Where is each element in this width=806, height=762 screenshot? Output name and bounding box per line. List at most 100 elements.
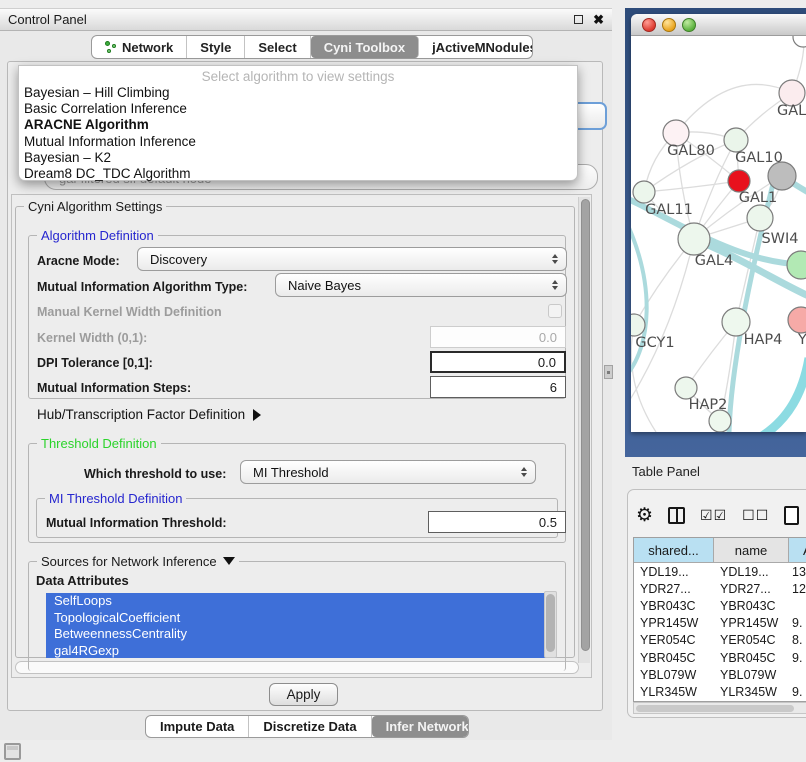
mi-threshold-label: Mutual Information Threshold: bbox=[46, 516, 227, 530]
node-label: GCY1 bbox=[635, 335, 674, 351]
screen: Control Panel ✖ Network Style Select Cyni T… bbox=[0, 0, 806, 762]
apply-button[interactable]: Apply bbox=[269, 683, 338, 706]
tab-label: jActiveMNodules bbox=[432, 40, 533, 55]
minimize-traffic-light-icon[interactable] bbox=[662, 18, 676, 32]
node-label: HAP4 bbox=[744, 332, 783, 348]
sources-title[interactable]: Sources for Network Inference bbox=[37, 554, 239, 569]
algorithm-dropdown-items: Bayesian – Hill ClimbingBasic Correlatio… bbox=[19, 85, 577, 182]
column-header-2[interactable]: name bbox=[714, 538, 789, 562]
which-threshold-combo[interactable]: MI Threshold bbox=[240, 460, 536, 484]
table-toolbar: ⚙ ☑☑ ☐☐ bbox=[636, 502, 806, 528]
which-threshold-label: Which threshold to use: bbox=[84, 467, 226, 481]
deselect-all-checks-icon[interactable]: ☐☐ bbox=[742, 507, 769, 524]
tab-discretize-data[interactable]: Discretize Data bbox=[249, 716, 371, 737]
network-node[interactable] bbox=[787, 251, 806, 279]
data-attribute-item[interactable]: BetweennessCentrality bbox=[46, 626, 556, 643]
attributes-scrollbar-thumb[interactable] bbox=[546, 594, 555, 652]
table-row[interactable]: YBR043CYBR043C bbox=[634, 597, 806, 614]
table-scrollbar-thumb[interactable] bbox=[636, 705, 794, 712]
vertical-scrollbar-thumb[interactable] bbox=[581, 199, 590, 651]
network-node-gal11[interactable] bbox=[633, 181, 655, 203]
algorithm-item[interactable]: Basic Correlation Inference bbox=[19, 101, 577, 117]
table-row[interactable]: YDR27...YDR27...12 bbox=[634, 580, 806, 597]
network-node[interactable] bbox=[793, 36, 806, 47]
close-icon[interactable]: ✖ bbox=[593, 13, 604, 26]
hub-definition-label: Hub/Transcription Factor Definition bbox=[37, 407, 245, 422]
hub-definition-expander[interactable]: Hub/Transcription Factor Definition bbox=[37, 407, 261, 422]
table-cell: 9. bbox=[789, 616, 806, 630]
apply-button-label: Apply bbox=[287, 687, 321, 702]
tab-select[interactable]: Select bbox=[245, 36, 310, 58]
algorithm-item[interactable]: Bayesian – K2 bbox=[19, 150, 577, 166]
algorithm-item[interactable]: Dream8 DC_TDC Algorithm bbox=[19, 166, 577, 182]
mi-steps-value: 6 bbox=[550, 380, 557, 395]
tab-jactivemnodules[interactable]: jActiveMNodules bbox=[419, 36, 533, 58]
network-node-gal4[interactable] bbox=[678, 223, 710, 255]
tab-infer-network[interactable]: Infer Network bbox=[372, 716, 469, 737]
tab-label: Select bbox=[258, 40, 296, 55]
network-node-y[interactable] bbox=[788, 307, 806, 333]
table-row[interactable]: YDL19...YDL19...13 bbox=[634, 563, 806, 580]
algorithm-item[interactable]: Bayesian – Hill Climbing bbox=[19, 85, 577, 101]
float-window-icon[interactable] bbox=[574, 15, 583, 24]
dpi-tolerance-field[interactable]: 0.0 bbox=[430, 351, 566, 373]
minimized-panel-icon[interactable] bbox=[4, 743, 21, 760]
table-row[interactable]: YPR145WYPR145W9. bbox=[634, 615, 806, 632]
table-cell: YER054C bbox=[634, 633, 714, 647]
table-row[interactable]: YLR345WYLR345W9. bbox=[634, 683, 806, 700]
table-cell: YBR045C bbox=[634, 651, 714, 665]
control-panel-titlebar: Control Panel ✖ bbox=[0, 8, 612, 31]
tab-style[interactable]: Style bbox=[187, 36, 245, 58]
algorithm-dropdown-list: Select algorithm to view settings Bayesi… bbox=[18, 65, 578, 181]
kernel-width-label: Kernel Width (0,1): bbox=[37, 331, 147, 345]
tab-impute-data[interactable]: Impute Data bbox=[146, 716, 249, 737]
tab-network[interactable]: Network bbox=[92, 36, 187, 58]
mi-threshold-field[interactable]: 0.5 bbox=[428, 511, 566, 533]
table-cell: YBR045C bbox=[714, 651, 789, 665]
aracne-mode-value: Discovery bbox=[150, 252, 207, 267]
data-attribute-item[interactable]: TopologicalCoefficient bbox=[46, 610, 556, 627]
table-cell: YDL19... bbox=[634, 565, 714, 579]
table-cell: YBL079W bbox=[634, 668, 714, 682]
table-row[interactable]: YBR045CYBR045C9. bbox=[634, 649, 806, 666]
network-node-hap2[interactable] bbox=[675, 377, 697, 399]
close-traffic-light-icon[interactable] bbox=[642, 18, 656, 32]
data-attribute-item[interactable]: gal4RGexp bbox=[46, 643, 556, 659]
table-cell: 12 bbox=[789, 582, 806, 596]
node-label: SWI4 bbox=[761, 231, 798, 247]
network-node-gal1[interactable] bbox=[728, 170, 750, 192]
aracne-mode-combo[interactable]: Discovery bbox=[137, 247, 567, 271]
column-header-1[interactable]: shared... bbox=[634, 538, 714, 562]
attributes-scrollbar[interactable] bbox=[544, 591, 557, 658]
algorithm-item[interactable]: ARACNE Algorithm bbox=[19, 117, 577, 133]
data-attribute-item[interactable]: SelfLoops bbox=[46, 593, 556, 610]
columns-icon[interactable] bbox=[668, 507, 685, 524]
network-window-titlebar[interactable] bbox=[631, 14, 806, 36]
tab-cyni-toolbox[interactable]: Cyni Toolbox bbox=[311, 36, 419, 58]
panel-splitter-handle[interactable] bbox=[604, 365, 613, 379]
network-graph[interactable]: GALGAL80GAL10GAL1GAL11SWI4GAL4GCY1HAP4YH… bbox=[631, 36, 806, 432]
table-row[interactable]: YBL079WYBL079W bbox=[634, 666, 806, 683]
network-node[interactable] bbox=[768, 162, 796, 190]
network-canvas[interactable]: GALGAL80GAL10GAL1GAL11SWI4GAL4GCY1HAP4YH… bbox=[631, 36, 806, 432]
tab-label: Style bbox=[200, 40, 231, 55]
gear-icon[interactable]: ⚙ bbox=[636, 506, 653, 525]
network-node-swi4[interactable] bbox=[747, 205, 773, 231]
column-header-3[interactable]: A bbox=[789, 538, 806, 562]
select-all-checks-icon[interactable]: ☑☑ bbox=[700, 507, 727, 524]
zoom-traffic-light-icon[interactable] bbox=[682, 18, 696, 32]
which-threshold-value: MI Threshold bbox=[253, 465, 329, 480]
node-label: GAL11 bbox=[645, 202, 693, 218]
network-node-gal10[interactable] bbox=[724, 128, 748, 152]
network-window: GALGAL80GAL10GAL1GAL11SWI4GAL4GCY1HAP4YH… bbox=[631, 14, 806, 432]
export-table-icon[interactable] bbox=[784, 506, 799, 525]
table-body: YDL19...YDL19...13YDR27...YDR27...12YBR0… bbox=[634, 563, 806, 702]
network-node[interactable] bbox=[709, 410, 731, 432]
table-row[interactable]: YER054CYER054C8. bbox=[634, 632, 806, 649]
vertical-scrollbar[interactable] bbox=[578, 197, 590, 663]
algorithm-item[interactable]: Mutual Information Inference bbox=[19, 134, 577, 150]
control-panel: Control Panel ✖ Network Style Select Cyni T… bbox=[0, 8, 612, 740]
table-horizontal-scrollbar[interactable] bbox=[633, 702, 806, 714]
mi-type-combo[interactable]: Naive Bayes bbox=[275, 273, 567, 297]
mi-steps-field[interactable]: 6 bbox=[430, 376, 566, 398]
